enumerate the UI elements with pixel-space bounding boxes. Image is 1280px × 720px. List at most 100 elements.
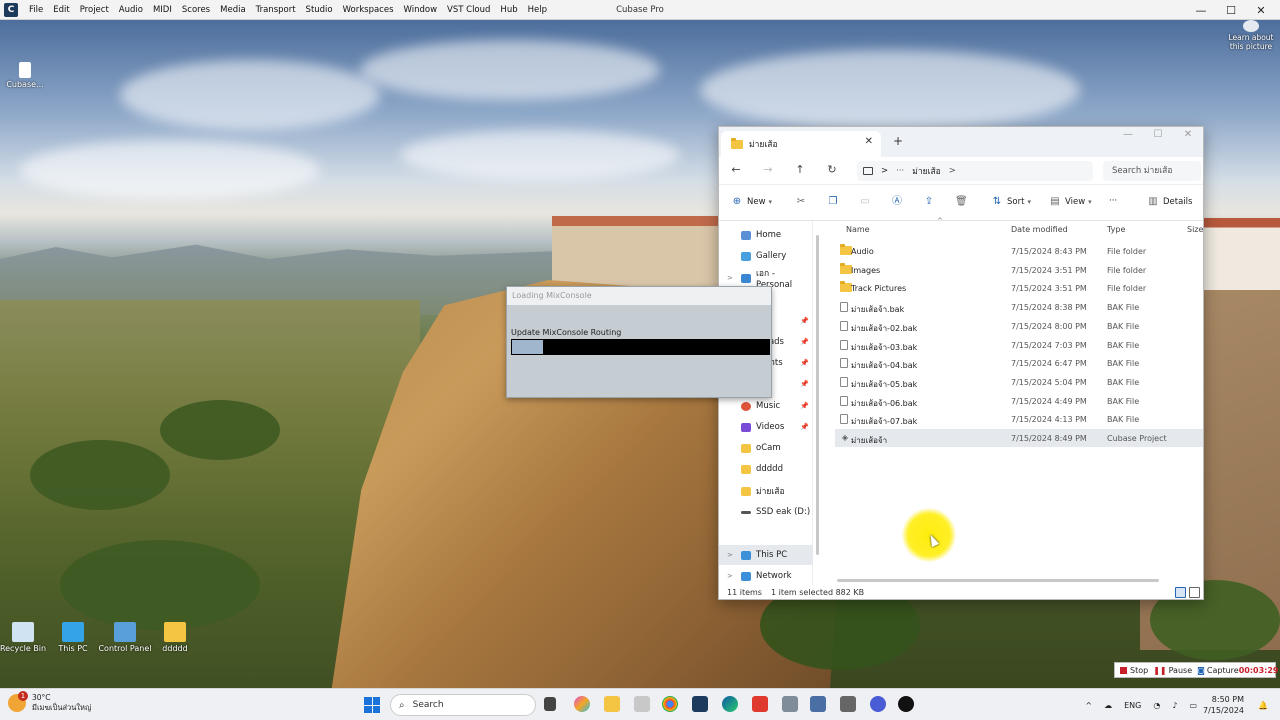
refresh-button[interactable]: ↻ (823, 163, 841, 179)
menu-hub[interactable]: Hub (495, 0, 522, 20)
recorder-stop-button[interactable]: Stop (1120, 666, 1148, 675)
menu-transport[interactable]: Transport (251, 0, 301, 20)
recorder-capture-button[interactable]: ◙ Capture (1197, 666, 1239, 675)
desktop-icon-recycle-bin[interactable]: Recycle Bin (0, 622, 48, 653)
table-row[interactable]: ◈ ม่ายเส้อจ้า 7/15/2024 8:49 PM Cubase Proj… (835, 429, 1203, 447)
forward-button[interactable]: → (759, 163, 777, 179)
speaker-icon[interactable]: ♪ (1172, 701, 1177, 710)
address-folder[interactable]: ม่ายเส้อ (912, 164, 941, 178)
menu-midi[interactable]: MIDI (148, 0, 177, 20)
up-button[interactable]: ↑ (791, 163, 809, 179)
cubase-logo-icon[interactable]: C (4, 2, 18, 17)
taskbar-app[interactable] (782, 696, 798, 712)
column-header-type[interactable]: Type (1107, 225, 1125, 234)
menu-window[interactable]: Window (399, 0, 443, 20)
expand-icon[interactable]: > (727, 274, 733, 282)
share-button[interactable]: ⇪ (923, 196, 935, 208)
nav-scrollbar[interactable] (816, 235, 819, 555)
nav-item-music[interactable]: Music 📌 (719, 396, 813, 416)
taskbar-chrome[interactable] (662, 696, 678, 712)
expand-icon[interactable]: > (727, 551, 733, 559)
taskbar-cubase[interactable] (692, 696, 708, 712)
battery-icon[interactable]: ▭ (1189, 701, 1197, 710)
menu-help[interactable]: Help (523, 0, 552, 20)
table-row[interactable]: Track Pictures 7/15/2024 3:51 PM File fold… (835, 279, 1203, 297)
menu-project[interactable]: Project (75, 0, 114, 20)
table-row[interactable]: ม่ายเส้อจ้า-06.bak 7/15/2024 4:49 PM BAK F… (835, 392, 1203, 410)
more-options-button[interactable]: ··· (1109, 196, 1117, 206)
recorder-pause-button[interactable]: ❚❚ Pause (1153, 666, 1192, 675)
menu-audio[interactable]: Audio (114, 0, 148, 20)
details-button[interactable]: ▥ Details (1147, 196, 1192, 208)
menu-media[interactable]: Media (215, 0, 251, 20)
cloud-icon[interactable]: ☁ (1104, 701, 1112, 710)
taskbar-app[interactable] (870, 696, 886, 712)
desktop-icon-cubase[interactable]: Cubase... (0, 62, 50, 89)
wifi-icon[interactable]: ◔ (1153, 701, 1160, 710)
table-row[interactable]: Images 7/15/2024 3:51 PM File folder (835, 261, 1203, 279)
taskbar-app[interactable] (840, 696, 856, 712)
taskbar-copilot[interactable] (574, 696, 590, 712)
nav-item-this-pc[interactable]: > This PC (719, 545, 813, 565)
table-row[interactable]: Audio 7/15/2024 8:43 PM File folder (835, 242, 1203, 260)
tab-close-icon[interactable]: ✕ (865, 136, 873, 147)
paste-button[interactable]: ▭ (859, 196, 871, 208)
menu-edit[interactable]: Edit (48, 0, 74, 20)
close-button[interactable]: ✕ (1246, 0, 1276, 20)
explorer-close-button[interactable]: ✕ (1173, 129, 1203, 145)
nav-item-network[interactable]: > Network (719, 566, 813, 586)
start-button[interactable] (364, 697, 380, 713)
table-row[interactable]: ม่ายเส้อจ้า-04.bak 7/15/2024 6:47 PM BAK F… (835, 354, 1203, 372)
nav-item-videos[interactable]: Videos 📌 (719, 417, 813, 437)
nav-item-gallery[interactable]: Gallery (719, 246, 813, 266)
taskbar-anydesk[interactable] (752, 696, 768, 712)
explorer-maximize-button[interactable]: ☐ (1143, 129, 1173, 145)
nav-item-ddddd[interactable]: ddddd (719, 459, 813, 479)
taskbar-task-view[interactable] (544, 697, 556, 711)
copy-button[interactable]: ❐ (827, 196, 839, 208)
rename-button[interactable]: Ⓐ (891, 196, 903, 208)
menu-workspaces[interactable]: Workspaces (338, 0, 399, 20)
menu-studio[interactable]: Studio (301, 0, 338, 20)
column-header-size[interactable]: Size (1187, 225, 1203, 234)
taskbar-edge[interactable] (722, 696, 738, 712)
table-row[interactable]: ม่ายเส้อจ้า.bak 7/15/2024 8:38 PM BAK File (835, 298, 1203, 316)
table-row[interactable]: ม่ายเส้อจ้า-03.bak 7/15/2024 7:03 PM BAK F… (835, 336, 1203, 354)
desktop-icon-control-panel[interactable]: Control Panel (98, 622, 152, 653)
table-row[interactable]: ม่ายเส้อจ้า-02.bak 7/15/2024 8:00 PM BAK F… (835, 317, 1203, 335)
sort-button[interactable]: ⇅ Sort ▾ (991, 196, 1031, 208)
clock[interactable]: 8:50 PM 7/15/2024 (1203, 694, 1244, 716)
new-button[interactable]: ⊕ New ▾ (731, 196, 772, 208)
nav-item-ocam[interactable]: oCam (719, 438, 813, 458)
notification-bell-icon[interactable]: 🔔 (1258, 701, 1268, 710)
taskbar-app[interactable] (634, 696, 650, 712)
tray-overflow-icon[interactable]: ^ (1085, 701, 1092, 710)
minimize-button[interactable]: — (1186, 0, 1216, 20)
nav-item-home[interactable]: Home (719, 225, 813, 245)
new-tab-button[interactable]: + (893, 134, 903, 148)
horizontal-scrollbar[interactable] (837, 579, 1159, 582)
column-header-date[interactable]: Date modified (1011, 225, 1068, 234)
address-field[interactable]: > ··· ม่ายเส้อ > (857, 161, 1093, 181)
nav-item-onedrive[interactable]: > เอก - Personal (719, 268, 813, 290)
language-indicator[interactable]: ENG (1124, 701, 1141, 710)
address-ellipsis[interactable]: ··· (896, 166, 904, 176)
nav-item-project-folder[interactable]: ม่ายเส้อ (719, 481, 813, 501)
learn-about-picture[interactable]: Learn about this picture (1226, 20, 1276, 51)
back-button[interactable]: ← (727, 163, 745, 179)
menu-vst-cloud[interactable]: VST Cloud (442, 0, 495, 20)
taskbar-search[interactable]: ⌕ Search (390, 694, 536, 716)
weather-widget[interactable]: 1 30°C มีเมฆเป็นส่วนใหญ่ (8, 691, 91, 713)
taskbar-file-explorer[interactable] (604, 696, 620, 712)
tiles-view-button[interactable] (1189, 587, 1200, 598)
taskbar-app[interactable] (898, 696, 914, 712)
explorer-tab[interactable]: ม่ายเส้อ ✕ (721, 131, 881, 157)
table-row[interactable]: ม่ายเส้อจ้า-05.bak 7/15/2024 5:04 PM BAK F… (835, 373, 1203, 391)
desktop-icon-this-pc[interactable]: This PC (48, 622, 98, 653)
maximize-button[interactable]: ☐ (1216, 0, 1246, 20)
expand-icon[interactable]: > (727, 572, 733, 580)
cut-button[interactable]: ✂ (795, 196, 807, 208)
menu-file[interactable]: File (24, 0, 48, 20)
table-row[interactable]: ม่ายเส้อจ้า-07.bak 7/15/2024 4:13 PM BAK F… (835, 410, 1203, 428)
column-header-name[interactable]: Name (846, 225, 870, 234)
